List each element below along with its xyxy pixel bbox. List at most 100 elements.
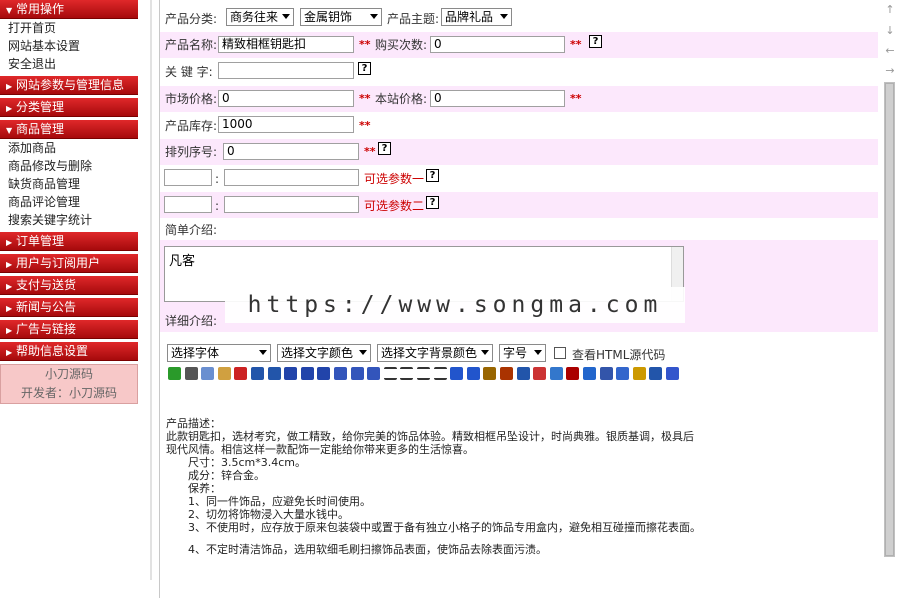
name-input[interactable]: 精致相框钥匙扣 xyxy=(218,36,354,53)
indent-icon[interactable] xyxy=(433,367,447,380)
sort-input[interactable]: 0 xyxy=(223,143,359,160)
optional1-name-input[interactable] xyxy=(164,169,212,186)
sidebar-item[interactable]: 网站基本设置 xyxy=(8,37,138,55)
sidebar-section-header[interactable]: ▶ 分类管理 xyxy=(0,98,138,117)
redo-icon[interactable] xyxy=(267,367,281,380)
editor-line: 2、切勿将饰物浸入大量水钱中。 xyxy=(188,508,349,521)
sidebar-item[interactable]: 缺货商品管理 xyxy=(8,175,138,193)
theme-label: 产品主题: xyxy=(387,12,440,26)
emoticon-icon[interactable] xyxy=(649,367,663,380)
colon: : xyxy=(215,199,220,213)
sidebar-item[interactable]: 商品评论管理 xyxy=(8,193,138,211)
category1-value: 商务往来 xyxy=(230,10,279,24)
paste-icon[interactable] xyxy=(217,367,231,380)
color-icon[interactable] xyxy=(616,367,630,380)
flash-icon[interactable] xyxy=(533,367,547,380)
hr2-icon[interactable] xyxy=(466,367,480,380)
row-prices: 市场价格: 0 ** 本站价格: 0 ** xyxy=(160,86,878,112)
theme-value: 品牌礼品 xyxy=(445,10,494,24)
triangle-right-icon: ▶ xyxy=(6,348,13,357)
sidebar-item[interactable]: 商品修改与删除 xyxy=(8,157,138,175)
chevron-down-icon xyxy=(481,350,489,355)
help-icon[interactable] xyxy=(666,367,679,380)
optional1-label: 可选参数一 xyxy=(364,172,425,186)
sidebar-item[interactable]: 安全退出 xyxy=(8,55,138,73)
bold-icon[interactable] xyxy=(284,367,298,380)
keyword-input[interactable] xyxy=(218,62,354,79)
sidebar-section-header[interactable]: ▶ 广告与链接 xyxy=(0,320,138,339)
arrow-right-icon[interactable]: → xyxy=(884,64,896,77)
help-icon[interactable]: ? xyxy=(358,62,371,75)
copy-icon[interactable] xyxy=(201,367,215,380)
sidebar-item[interactable]: 添加商品 xyxy=(8,139,138,157)
sidebar-section-header[interactable]: ▶ 新闻与公告 xyxy=(0,298,138,317)
unlink-icon[interactable] xyxy=(500,367,513,380)
text-color-select[interactable]: 选择文字颜色 xyxy=(277,344,371,362)
size-select[interactable]: 字号 xyxy=(499,344,546,362)
link-icon[interactable] xyxy=(483,367,497,380)
align-right-icon[interactable] xyxy=(367,367,381,380)
editor-content[interactable]: 产品描述： 此款钥匙扣，选材考究，做工精致，给你完美的饰品体验。精致相框吊坠设计，… xyxy=(160,386,878,576)
chevron-down-icon xyxy=(282,14,290,19)
unordered-list-icon[interactable] xyxy=(400,367,414,380)
stock-input[interactable]: 1000 xyxy=(218,116,354,133)
sidebar-section-title: 分类管理 xyxy=(16,100,65,114)
italic-icon[interactable] xyxy=(300,367,314,380)
sidebar-section-header[interactable]: ▼ 常用操作 xyxy=(0,0,138,19)
market-price-input[interactable]: 0 xyxy=(218,90,354,107)
editor-line: 4、不定时清洁饰品，选用软细毛刷扫擦饰品表面，使饰品去除表面污渍。 xyxy=(188,543,547,556)
play-icon[interactable] xyxy=(632,367,646,380)
align-center-icon[interactable] xyxy=(350,367,364,380)
sidebar-section-header[interactable]: ▶ 帮助信息设置 xyxy=(0,342,138,361)
arrow-up-icon[interactable]: ↑ xyxy=(884,3,896,16)
bg-color-select[interactable]: 选择文字背景颜色 xyxy=(377,344,493,362)
image-icon[interactable] xyxy=(516,367,530,380)
special-char-icon[interactable] xyxy=(566,367,580,380)
outdent-icon[interactable] xyxy=(417,367,430,380)
arrow-down-icon[interactable]: ↓ xyxy=(884,24,896,37)
optional1-value-input[interactable] xyxy=(224,169,359,186)
hr-icon[interactable] xyxy=(450,367,464,380)
required-mark: ** xyxy=(359,119,371,132)
optional2-name-input[interactable] xyxy=(164,196,212,213)
editor-line: 现代风情。相信这样一款配饰一定能给你带来更多的生活惊喜。 xyxy=(166,443,474,456)
underline-icon[interactable] xyxy=(317,367,331,380)
editor-line: 产品描述： xyxy=(166,417,221,430)
sidebar-item[interactable]: 打开首页 xyxy=(8,19,138,37)
optional2-value-input[interactable] xyxy=(224,196,359,213)
vertical-scrollbar[interactable]: ↑ ↓ ← → xyxy=(878,0,900,615)
sidebar-section-header[interactable]: ▶ 用户与订阅用户 xyxy=(0,254,138,273)
media-icon[interactable] xyxy=(549,367,563,380)
help-icon[interactable]: ? xyxy=(426,196,439,209)
category1-select[interactable]: 商务往来 xyxy=(226,8,294,26)
delete-icon[interactable] xyxy=(234,367,248,380)
sidebar-section-header[interactable]: ▶ 支付与送货 xyxy=(0,276,138,295)
help-icon[interactable]: ? xyxy=(589,35,602,48)
scroll-thumb[interactable] xyxy=(885,83,894,556)
undo-icon[interactable] xyxy=(251,367,264,380)
required-mark: ** xyxy=(364,145,376,158)
cut-icon[interactable] xyxy=(184,367,198,380)
category2-select[interactable]: 金属钥饰 xyxy=(300,8,382,26)
site-price-input[interactable]: 0 xyxy=(430,90,565,107)
html-source-checkbox[interactable] xyxy=(554,347,566,359)
table-icon[interactable] xyxy=(599,367,613,380)
sidebar-section-header[interactable]: ▼ 商品管理 xyxy=(0,120,138,139)
font-select[interactable]: 选择字体 xyxy=(167,344,271,362)
sidebar-item[interactable]: 搜索关键字统计 xyxy=(8,211,138,229)
help-icon[interactable]: ? xyxy=(426,169,439,182)
arrow-left-icon[interactable]: ← xyxy=(884,44,896,57)
scroll-track[interactable] xyxy=(884,82,895,557)
frame-divider[interactable] xyxy=(138,0,160,615)
ordered-list-icon[interactable] xyxy=(383,367,397,380)
help-icon[interactable]: ? xyxy=(378,142,391,155)
web-icon[interactable] xyxy=(583,367,596,380)
sidebar-section-title: 帮助信息设置 xyxy=(16,344,89,358)
align-left-icon[interactable] xyxy=(334,367,347,380)
buy-count-input[interactable]: 0 xyxy=(430,36,565,53)
sidebar-section-header[interactable]: ▶ 订单管理 xyxy=(0,232,138,251)
sidebar-section-header[interactable]: ▶ 网站参数与管理信息 xyxy=(0,76,138,95)
theme-select[interactable]: 品牌礼品 xyxy=(441,8,512,26)
chevron-down-icon xyxy=(500,14,508,19)
insert-table-icon[interactable] xyxy=(168,367,181,380)
